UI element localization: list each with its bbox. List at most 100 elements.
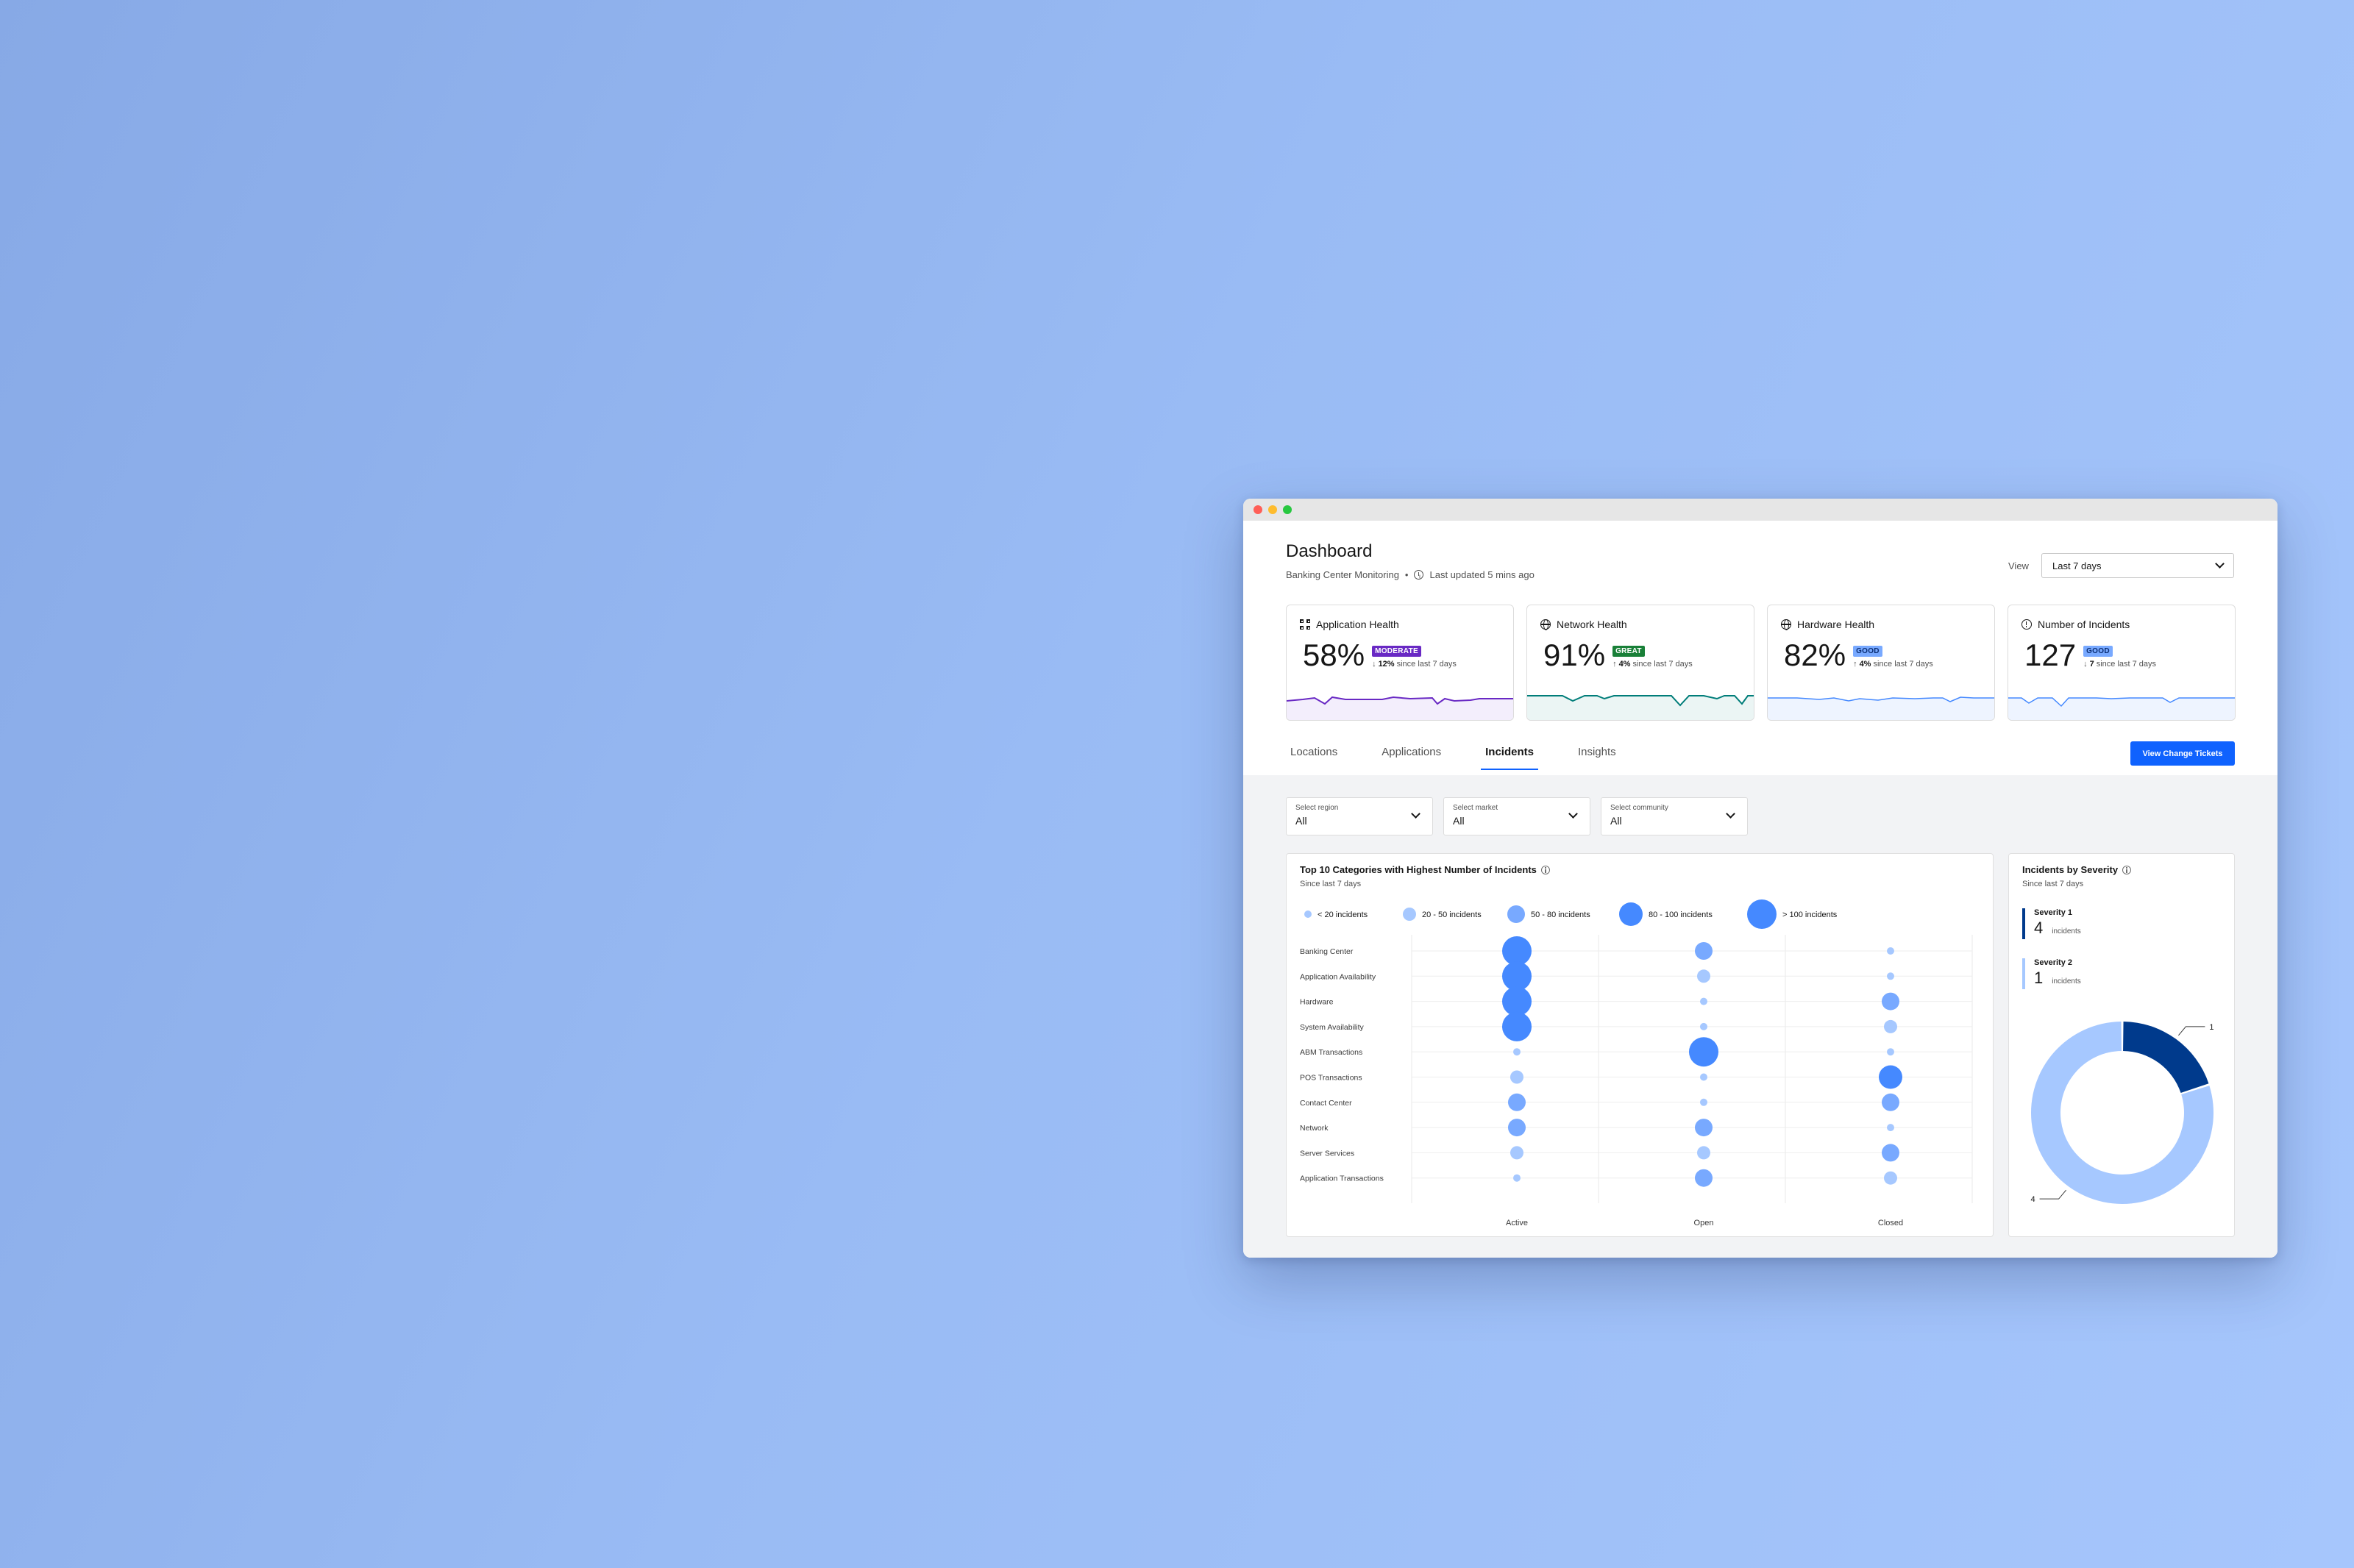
last-updated: Last updated 5 mins ago <box>1429 569 1535 580</box>
donut-callout-line <box>2039 1189 2066 1200</box>
minimize-window-button[interactable] <box>1268 505 1277 514</box>
bubble <box>1882 992 1899 1011</box>
sparkline-number-of-incidents <box>2008 697 2235 720</box>
y-tick-label: Application Availability <box>1300 972 1376 981</box>
title-bar <box>1243 499 2277 521</box>
y-tick-label: Network <box>1300 1124 1329 1133</box>
globe-icon <box>1781 619 1791 630</box>
market-select[interactable]: Select market All <box>1443 797 1590 835</box>
y-tick-label: Banking Center <box>1300 947 1354 956</box>
kpi-cards: Application Health 58% MODERATE ↓ 12% sinc… <box>1286 605 2236 721</box>
bubble <box>1695 942 1713 960</box>
arrow-down-icon: ↓ <box>2083 660 2088 669</box>
bubble <box>1502 1011 1532 1041</box>
y-tick-label: System Availability <box>1300 1023 1365 1032</box>
y-tick-label: Application Transactions <box>1300 1175 1384 1183</box>
kpi-delta-text: since last 7 days <box>2096 660 2157 669</box>
kpi-title: Application Health <box>1316 619 1399 630</box>
kpi-delta-text: since last 7 days <box>1396 660 1457 669</box>
incidents-content: Select region All Select market All Sele… <box>1243 775 2277 1258</box>
bubble <box>1508 1119 1526 1137</box>
close-window-button[interactable] <box>1254 505 1262 514</box>
alert-icon <box>2021 619 2032 630</box>
bubble <box>1882 1144 1899 1162</box>
filter-value: All <box>1453 815 1465 827</box>
bubble <box>1884 1171 1897 1185</box>
bubble <box>1689 1037 1718 1067</box>
bubble <box>1697 1146 1710 1160</box>
bubble <box>1882 1093 1899 1111</box>
bubble <box>1884 1019 1897 1033</box>
kpi-card-application-health[interactable]: Application Health 58% MODERATE ↓ 12% sinc… <box>1286 605 1514 721</box>
bubble <box>1502 986 1532 1016</box>
legend-label: 50 - 80 incidents <box>1531 910 1590 919</box>
kpi-value: 82% <box>1784 638 1846 672</box>
kpi-title: Hardware Health <box>1797 619 1875 630</box>
chevron-down-icon <box>2215 559 2225 569</box>
bubble <box>1700 1098 1707 1106</box>
kpi-delta: 12% <box>1378 660 1395 669</box>
kpi-card-hardware-health[interactable]: Hardware Health 82% GOOD ↑ 4% since last 7… <box>1767 605 1995 721</box>
y-tick-label: ABM Transactions <box>1300 1048 1362 1057</box>
tab-incidents[interactable]: Incidents <box>1481 741 1538 770</box>
bubble <box>1510 1070 1523 1084</box>
kpi-title: Network Health <box>1557 619 1627 630</box>
y-tick-label: POS Transactions <box>1300 1074 1362 1083</box>
bubble <box>1513 1174 1521 1182</box>
filter-value: All <box>1295 815 1307 827</box>
bubble <box>1513 1048 1521 1056</box>
maximize-window-button[interactable] <box>1283 505 1292 514</box>
bubble <box>1700 997 1707 1005</box>
kpi-delta: 4% <box>1859 660 1871 669</box>
kpi-card-number-of-incidents[interactable]: Number of Incidents 127 GOOD ↓ 7 since las… <box>2008 605 2236 721</box>
filter-row: Select region All Select market All Sele… <box>1286 797 1748 835</box>
status-badge: GREAT <box>1612 646 1645 657</box>
bubble-chart-panel: Top 10 Categories with Highest Number of… <box>1286 853 1994 1237</box>
kpi-value: 58% <box>1303 638 1365 672</box>
tab-insights[interactable]: Insights <box>1574 741 1621 770</box>
y-tick-label: Hardware <box>1300 998 1334 1007</box>
bubble <box>1510 1146 1523 1160</box>
bubble <box>1502 961 1532 991</box>
x-tick-label: Closed <box>1878 1219 1903 1227</box>
legend-bubble <box>1747 899 1777 929</box>
page-subtitle: Banking Center Monitoring <box>1286 569 1399 580</box>
grid-icon <box>1300 619 1310 630</box>
bubble <box>1697 969 1710 983</box>
kpi-delta: 4% <box>1618 660 1631 669</box>
browser-window: Dashboard Banking Center Monitoring • La… <box>1243 499 2277 1258</box>
sparkline-network-health <box>1527 695 1754 720</box>
bubble <box>1695 1169 1713 1187</box>
arrow-up-icon: ↑ <box>1853 660 1857 669</box>
legend-bubble <box>1304 910 1312 918</box>
view-dropdown[interactable]: Last 7 days <box>2041 553 2234 578</box>
filter-label: Select community <box>1610 804 1668 812</box>
y-tick-label: Contact Center <box>1300 1099 1352 1108</box>
page-header: Dashboard Banking Center Monitoring • La… <box>1286 541 1535 580</box>
y-tick-label: Server Services <box>1300 1149 1354 1158</box>
tab-locations[interactable]: Locations <box>1286 741 1342 770</box>
view-label: View <box>2008 560 2029 571</box>
separator-dot: • <box>1404 569 1409 580</box>
kpi-card-network-health[interactable]: Network Health 91% GREAT ↑ 4% since last 7… <box>1526 605 1754 721</box>
arrow-up-icon: ↑ <box>1612 660 1617 669</box>
kpi-delta-text: since last 7 days <box>1873 660 1933 669</box>
legend-label: > 100 incidents <box>1782 910 1838 919</box>
x-tick-label: Open <box>1694 1219 1714 1227</box>
kpi-title: Number of Incidents <box>2038 619 2130 630</box>
tab-applications[interactable]: Applications <box>1377 741 1446 770</box>
bubble <box>1887 1048 1894 1056</box>
bubble-chart: < 20 incidents 20 - 50 incidents 50 - 80 i… <box>1300 899 1973 1227</box>
legend-bubble <box>1619 902 1643 926</box>
x-tick-label: Active <box>1506 1219 1528 1227</box>
region-select[interactable]: Select region All <box>1286 797 1433 835</box>
community-select[interactable]: Select community All <box>1601 797 1748 835</box>
tab-bar: Locations Applications Incidents Insight… <box>1286 741 1621 770</box>
status-badge: GOOD <box>2083 646 2113 657</box>
sparkline-application-health <box>1287 696 1513 720</box>
bubble <box>1887 1124 1894 1132</box>
view-change-tickets-button[interactable]: View Change Tickets <box>2130 741 2235 766</box>
clock-icon <box>1414 570 1424 580</box>
kpi-delta: 7 <box>2089 660 2094 669</box>
filter-label: Select market <box>1453 804 1498 812</box>
